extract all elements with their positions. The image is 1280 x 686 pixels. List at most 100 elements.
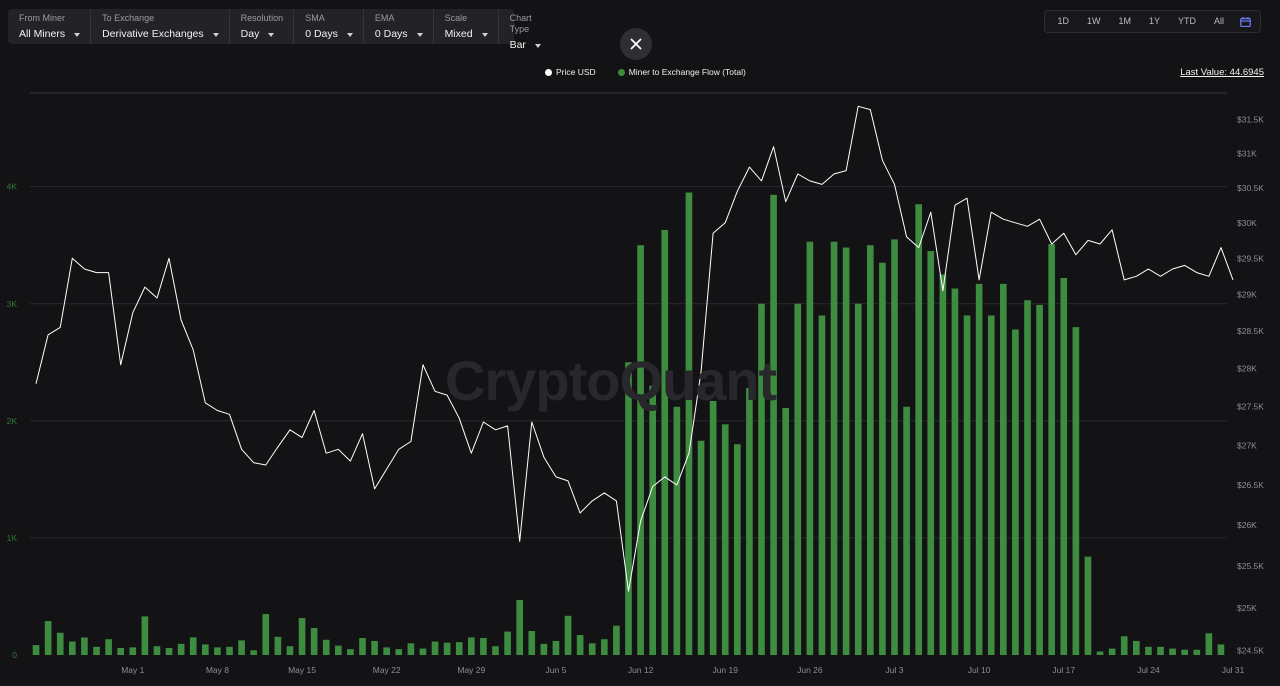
chevron-down-icon	[416, 32, 423, 37]
chevron-down-icon	[268, 32, 275, 37]
scale-value: Mixed	[444, 28, 473, 40]
left-axis-tick: 4K	[7, 182, 18, 192]
to-exchange-value: Derivative Exchanges	[102, 28, 204, 40]
flow-bar	[153, 646, 161, 655]
flow-bar	[1145, 646, 1152, 655]
flow-bar	[770, 194, 777, 656]
flow-bar	[673, 406, 681, 655]
flow-bar	[467, 637, 475, 655]
to-exchange-label: To Exchange	[102, 13, 155, 23]
right-axis-tick: $29.5K	[1237, 253, 1264, 263]
flow-bar	[1132, 640, 1140, 655]
chart-type-label: Chart Type	[509, 13, 532, 34]
right-axis-tick: $30K	[1237, 218, 1257, 228]
flow-bar	[576, 635, 584, 655]
legend-flow[interactable]: Miner to Exchange Flow (Total)	[617, 67, 746, 77]
to-exchange-select[interactable]: To Exchange Derivative Exchanges	[91, 9, 230, 44]
flow-bar	[818, 315, 826, 655]
right-axis-tick: $24.5K	[1237, 646, 1264, 656]
flow-bar	[588, 643, 596, 655]
x-axis-tick: May 15	[288, 665, 316, 675]
flow-bar	[214, 647, 221, 655]
flow-bar	[794, 303, 802, 655]
from-miner-select[interactable]: From Miner All Miners	[8, 9, 92, 44]
flow-bar	[879, 262, 886, 655]
flow-bar	[1205, 633, 1213, 655]
range-1d-button[interactable]: 1D	[1048, 12, 1078, 31]
chevron-down-icon	[481, 32, 488, 37]
left-axis-tick: 0	[12, 650, 17, 660]
flow-bar	[600, 639, 608, 655]
ema-select[interactable]: EMA 0 Days	[364, 9, 434, 44]
flow-bar	[854, 303, 862, 655]
flow-bar	[347, 649, 354, 655]
flow-bar	[262, 614, 270, 655]
time-range-selector: 1D 1W 1M 1Y YTD All	[1044, 10, 1261, 33]
right-axis-tick: $27.5K	[1237, 402, 1264, 412]
range-1w-button[interactable]: 1W	[1078, 12, 1110, 31]
flow-bar	[105, 639, 112, 655]
range-1y-button[interactable]: 1Y	[1140, 12, 1169, 31]
flow-bar	[685, 192, 693, 656]
range-all-button[interactable]: All	[1205, 12, 1233, 31]
ema-label: EMA	[374, 13, 395, 23]
flow-bar	[56, 632, 64, 655]
chart-type-select[interactable]: Chart Type Bar	[499, 9, 551, 51]
flow-bar	[165, 647, 173, 655]
flow-bar	[322, 639, 330, 655]
x-axis-tick: Jul 31	[1222, 665, 1245, 675]
flow-bar	[504, 631, 511, 655]
legend-price-swatch	[545, 68, 552, 76]
x-axis-tick: Jun 19	[712, 665, 738, 675]
flow-bar	[298, 618, 306, 655]
close-button[interactable]	[620, 28, 652, 60]
right-axis-tick: $26K	[1237, 520, 1257, 530]
flow-bar	[709, 400, 717, 655]
flow-bar	[661, 229, 669, 656]
flow-bar	[866, 245, 874, 656]
chevron-down-icon	[212, 32, 219, 37]
legend-price[interactable]: Price USD	[545, 67, 596, 77]
flow-bar	[1012, 329, 1019, 655]
flow-bar	[1096, 651, 1104, 655]
flow-bar	[649, 385, 657, 655]
flow-bar	[310, 628, 318, 655]
right-axis-tick: $29K	[1237, 289, 1257, 299]
x-axis-tick: Jul 17	[1052, 665, 1075, 675]
range-1m-button[interactable]: 1M	[1109, 12, 1140, 31]
flow-bar	[999, 283, 1007, 655]
flow-bar	[1048, 244, 1056, 655]
calendar-icon[interactable]	[1233, 12, 1257, 31]
left-axis-tick: 2K	[7, 416, 18, 426]
sma-select[interactable]: SMA 0 Days	[294, 9, 364, 44]
flow-bar	[419, 648, 427, 655]
right-axis-tick: $31K	[1237, 148, 1257, 158]
sma-label: SMA	[305, 13, 325, 23]
flow-bar	[782, 407, 790, 655]
chart-canvas: 0 1K 2K 3K 4K $24.5K $25K $25.5K $26K $26.5K $27K…	[7, 92, 1264, 675]
flow-bar	[1169, 648, 1176, 655]
flow-bar	[286, 646, 294, 655]
flow-bar	[564, 615, 572, 655]
flow-bar	[371, 640, 378, 655]
flow-bar	[1181, 649, 1189, 655]
from-miner-label: From Miner	[19, 13, 66, 23]
flow-bar	[177, 643, 185, 655]
flow-bar	[1084, 556, 1092, 655]
range-ytd-button[interactable]: YTD	[1169, 12, 1205, 31]
flow-bar	[987, 315, 995, 655]
chevron-down-icon	[74, 32, 81, 37]
chart-legend: Price USD Miner to Exchange Flow (Total)	[545, 67, 746, 77]
last-value-readout[interactable]: Last Value: 44.6945	[1180, 67, 1264, 78]
legend-flow-label: Miner to Exchange Flow (Total)	[628, 67, 746, 77]
flow-bar	[746, 388, 753, 655]
scale-select[interactable]: Scale Mixed	[434, 9, 499, 44]
flow-bar	[830, 241, 838, 655]
flow-bar	[443, 642, 451, 655]
resolution-select[interactable]: Resolution Day	[230, 9, 295, 44]
flow-bar	[915, 204, 923, 655]
flow-bar	[540, 643, 548, 655]
flow-bar	[455, 642, 463, 655]
x-axis-tick: Jun 5	[546, 665, 567, 675]
x-axis-tick: Jun 12	[628, 665, 654, 675]
